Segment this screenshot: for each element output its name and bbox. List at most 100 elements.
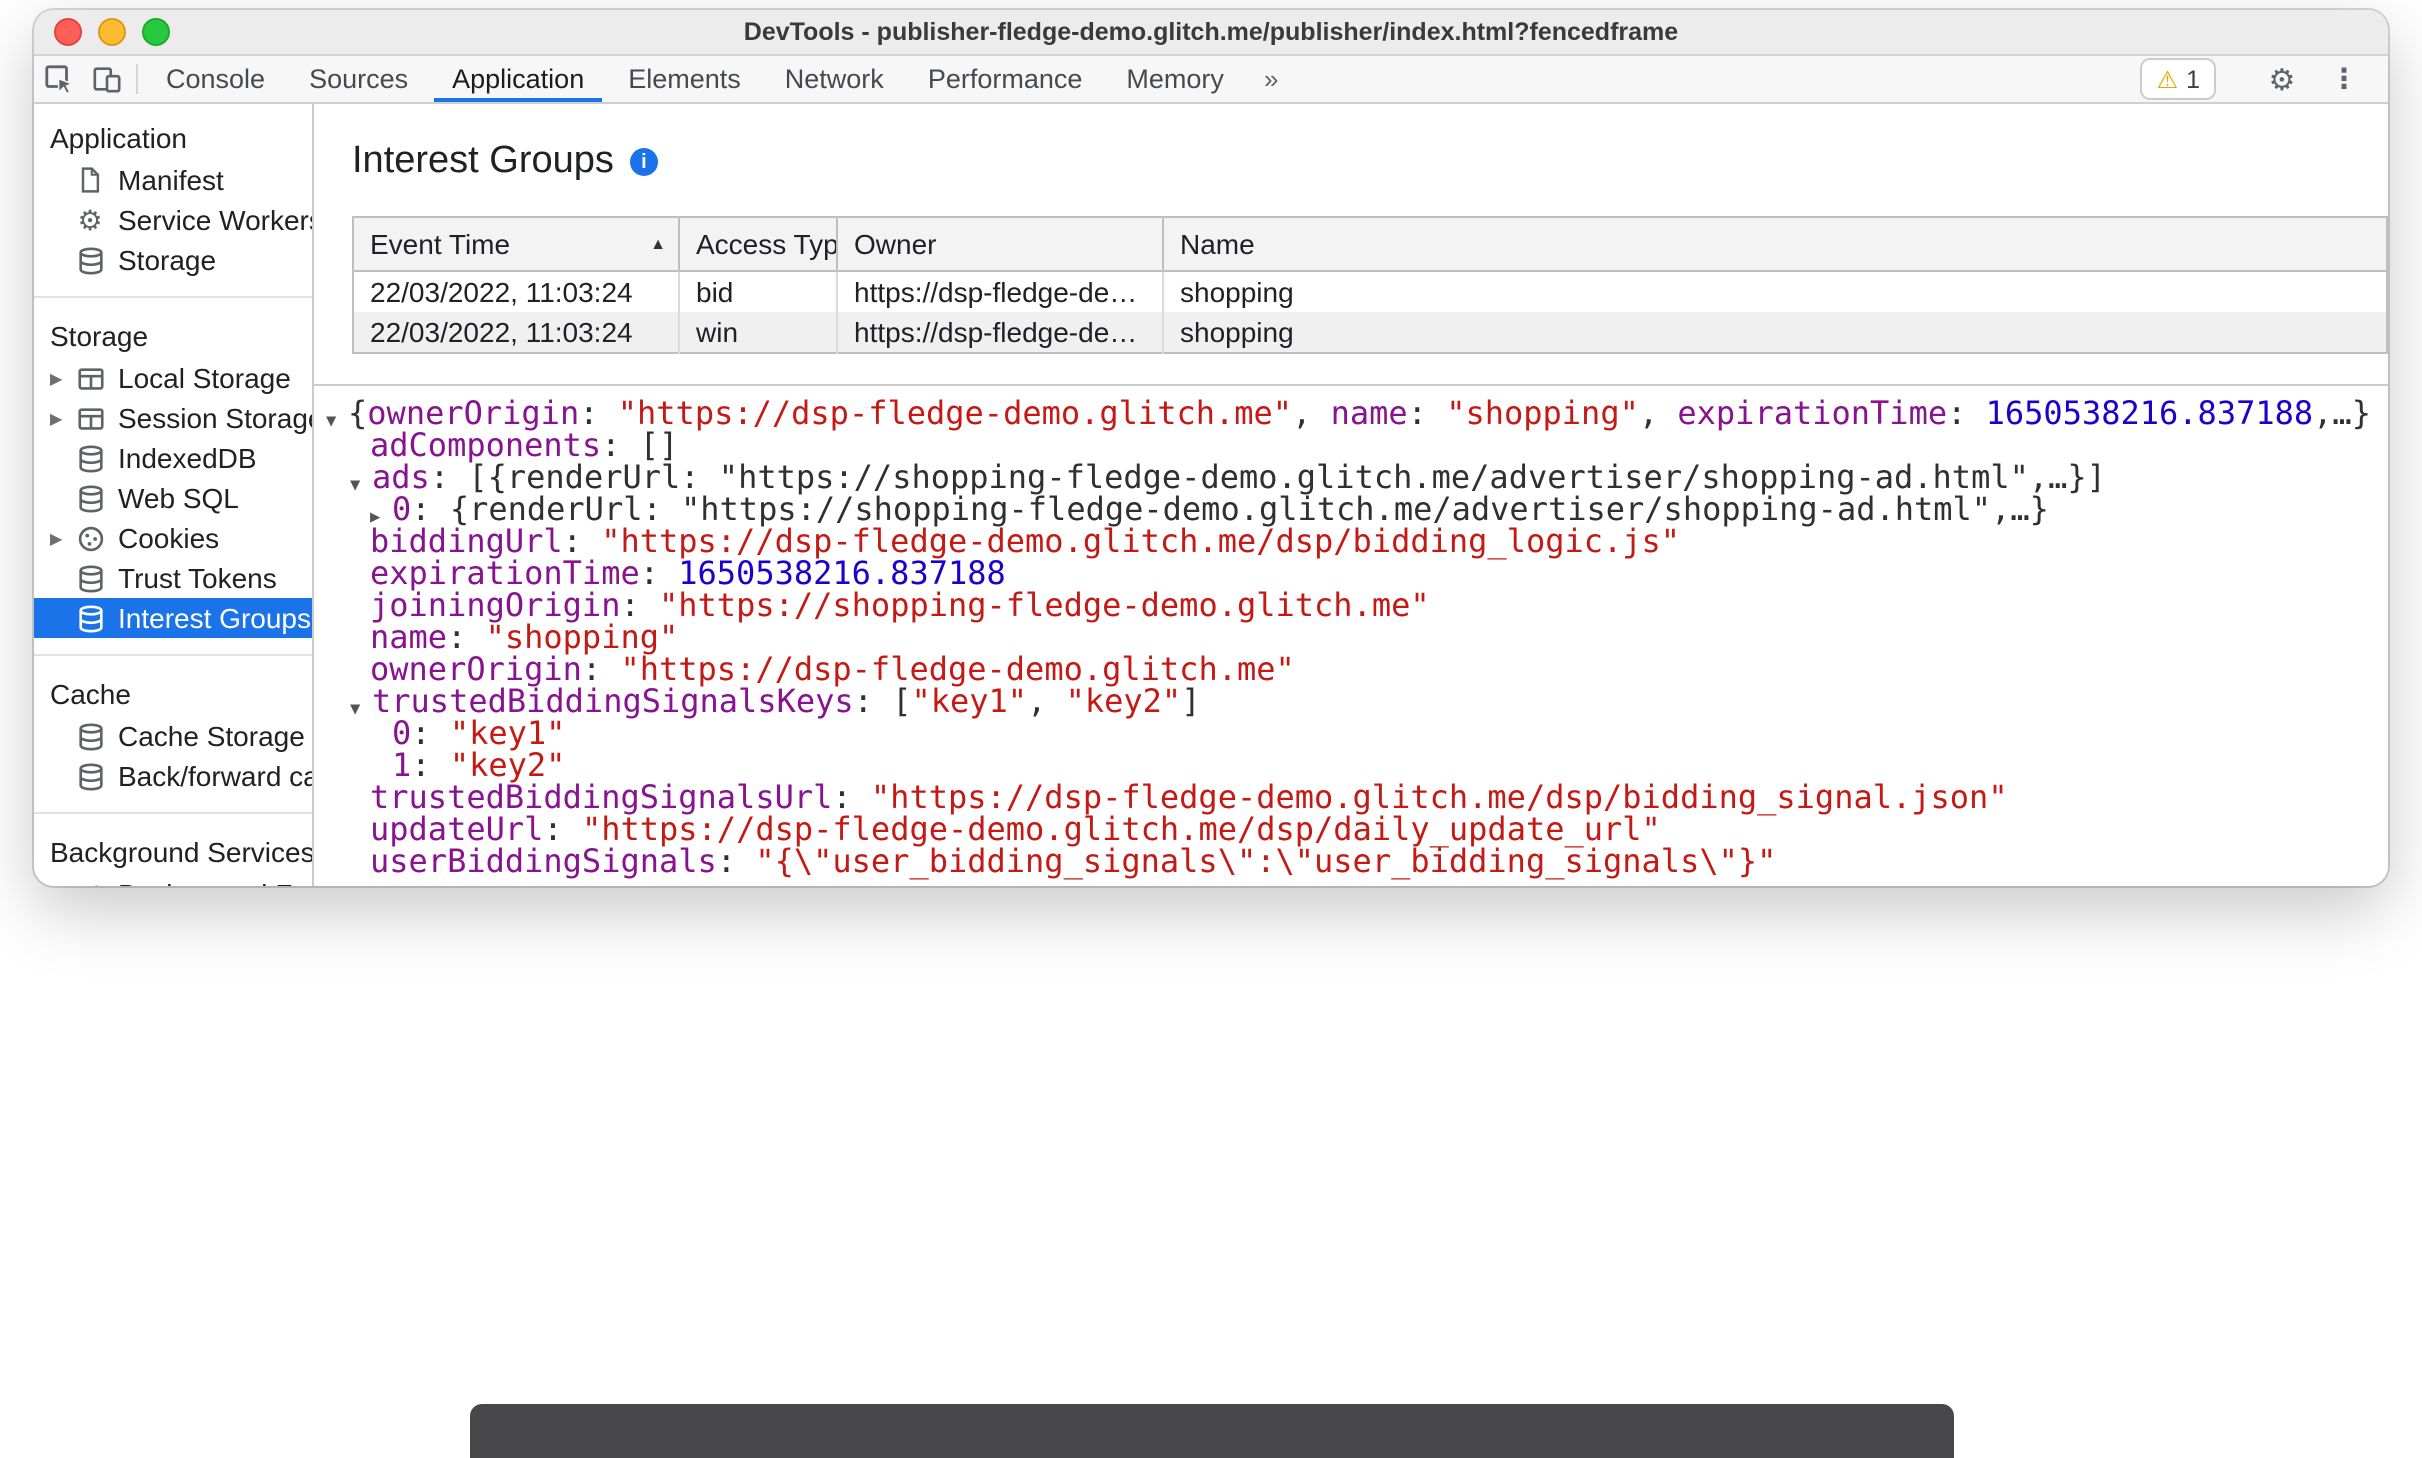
sidebar-item-session-storage[interactable]: ▶ Session Storage <box>34 398 312 438</box>
sidebar-item-web-sql[interactable]: Web SQL <box>34 478 312 518</box>
tree-text-segment: , <box>1638 394 1678 432</box>
sidebar-item-label: Web SQL <box>118 482 239 514</box>
tree-line[interactable]: ▼ trustedBiddingSignalsKeys: ["key1", "ke… <box>328 685 2388 719</box>
tab-application[interactable]: Application <box>430 56 606 102</box>
table-icon <box>74 402 106 434</box>
sidebar-item-trust-tokens[interactable]: Trust Tokens <box>34 558 312 598</box>
sidebar-item-label: Session Storage <box>118 402 312 434</box>
column-header-event-time[interactable]: Event Time ▲ <box>353 217 679 272</box>
table-cell: https://dsp-fledge-demo.glitch.me <box>836 271 1163 312</box>
sidebar-item-label: Cache Storage <box>118 720 305 752</box>
panel-tabs: Console Sources Application Elements Network… <box>144 56 1296 102</box>
tab-elements[interactable]: Elements <box>606 56 763 102</box>
background-window-bar <box>470 1404 1954 1458</box>
sidebar-item-label: Interest Groups <box>118 602 311 634</box>
devtools-window: DevTools - publisher-fledge-demo.glitch.… <box>34 10 2388 886</box>
database-icon <box>74 442 106 474</box>
tab-console[interactable]: Console <box>144 56 287 102</box>
sidebar-item-label: Service Workers <box>118 204 312 236</box>
database-icon <box>74 244 106 276</box>
tab-performance[interactable]: Performance <box>906 56 1105 102</box>
expander-icon[interactable]: ▶ <box>50 409 74 427</box>
window-title: DevTools - publisher-fledge-demo.glitch.… <box>743 18 1679 46</box>
sidebar-divider <box>34 812 312 814</box>
table-header-row: Event Time▲Access TypeOwnerName <box>353 217 2387 272</box>
sidebar-item-label: Background Fetch <box>118 878 312 886</box>
database-icon <box>74 720 106 752</box>
desktop: DevTools - publisher-fledge-demo.glitch.… <box>0 0 2422 1458</box>
sidebar-item-manifest[interactable]: Manifest <box>34 160 312 200</box>
toolbar-right: ⚠ 1 ⚙ ⋮ <box>2140 56 2388 102</box>
tree-text-segment: ,…} <box>2313 394 2371 432</box>
sidebar-section-cache: Cache <box>50 678 131 710</box>
tree-line[interactable]: 0: "key1" <box>328 717 2388 750</box>
info-icon[interactable]: i <box>629 148 658 176</box>
cookie-icon <box>74 522 106 554</box>
updown-icon <box>74 878 106 886</box>
database-icon <box>74 760 106 792</box>
sidebar-item-cache-storage[interactable]: Cache Storage <box>34 716 312 756</box>
database-icon <box>74 602 106 634</box>
table-cell: https://dsp-fledge-demo.glitch.me <box>836 312 1163 353</box>
sidebar-item-service-workers[interactable]: ⚙ Service Workers <box>34 200 312 240</box>
devtools-toolbar: Console Sources Application Elements Network… <box>34 56 2388 104</box>
sidebar-item-label: Local Storage <box>118 362 291 394</box>
sidebar-item-interest-groups[interactable]: Interest Groups <box>34 598 312 638</box>
application-sidebar: Application Manifest ⚙ Service Workers Stora… <box>34 104 314 886</box>
expander-icon[interactable]: ▶ <box>50 529 74 547</box>
gear-icon: ⚙ <box>77 204 103 236</box>
tree-text-segment: 1650538216.837188 <box>1985 394 2314 432</box>
sidebar-item-label: Manifest <box>118 164 224 196</box>
table-cell: 22/03/2022, 11:03:24 <box>370 276 633 308</box>
sidebar-section-storage: Storage <box>50 320 149 352</box>
zoom-window-button[interactable] <box>142 18 170 46</box>
tree-text-segment: name <box>1330 394 1408 432</box>
tree-text-segment: "key2" <box>1065 682 1182 720</box>
tab-memory[interactable]: Memory <box>1104 56 1246 102</box>
sidebar-divider <box>34 296 312 298</box>
column-header-access-type[interactable]: Access Type <box>678 217 837 272</box>
tree-text-segment: userBiddingSignals <box>370 842 717 880</box>
settings-gear-icon[interactable]: ⚙ <box>2258 61 2306 97</box>
main-panel: Interest Groups i Event Time▲Access Type… <box>314 104 2388 886</box>
devtools-content: Application Manifest ⚙ Service Workers Stora… <box>34 104 2388 886</box>
column-header-name[interactable]: Name <box>1162 217 2387 272</box>
page-title: Interest Groups <box>352 140 614 182</box>
issues-badge[interactable]: ⚠ 1 <box>2140 58 2216 100</box>
toolbar-divider <box>136 64 138 94</box>
tree-text-segment: "https://dsp-fledge-demo.glitch.me" <box>617 394 1293 432</box>
sidebar-item-cookies[interactable]: ▶ Cookies <box>34 518 312 558</box>
tree-line[interactable]: userBiddingSignals: "{\"user_bidding_sig… <box>328 845 2388 878</box>
table-cell: 22/03/2022, 11:03:24 <box>353 312 679 353</box>
issues-count: 1 <box>2186 65 2200 93</box>
expander-icon[interactable]: ▶ <box>50 369 74 387</box>
more-tabs-button[interactable]: » <box>1246 56 1296 102</box>
interest-group-details-tree: ▼ {ownerOrigin: "https://dsp-fledge-demo.… <box>314 386 2388 878</box>
sidebar-item-back-forward-cache[interactable]: Back/forward cache <box>34 756 312 796</box>
close-window-button[interactable] <box>54 18 82 46</box>
inspect-element-icon[interactable] <box>34 56 82 102</box>
tree-text-segment: "shopping" <box>1446 394 1639 432</box>
sort-arrow-icon: ▲ <box>650 235 666 253</box>
tab-sources[interactable]: Sources <box>287 56 430 102</box>
device-toolbar-icon[interactable] <box>82 56 130 102</box>
minimize-window-button[interactable] <box>98 18 126 46</box>
database-icon <box>74 562 106 594</box>
sidebar-item-local-storage[interactable]: ▶ Local Storage <box>34 358 312 398</box>
sidebar-item-label: Storage <box>118 244 217 276</box>
tab-network[interactable]: Network <box>763 56 906 102</box>
column-header-owner[interactable]: Owner <box>836 217 1163 272</box>
table-row[interactable]: 22/03/2022, 11:03:24 bid https://dsp-fledg… <box>353 271 2387 312</box>
tree-text-segment: , <box>1292 394 1331 432</box>
table-icon <box>74 362 106 394</box>
more-options-icon[interactable]: ⋮ <box>2320 62 2368 96</box>
table-row[interactable]: 22/03/2022, 11:03:24 win https://dsp-fledg… <box>353 312 2387 353</box>
tree-text-segment: ] <box>1181 682 1201 720</box>
sidebar-item-storage[interactable]: Storage <box>34 240 312 280</box>
sidebar-item-label: IndexedDB <box>118 442 257 474</box>
tree-text-segment: "{\"user_bidding_signals\":\"user_biddin… <box>755 842 1777 880</box>
sidebar-item-background-fetch[interactable]: Background Fetch <box>34 874 312 886</box>
sidebar-item-label: Trust Tokens <box>118 562 277 594</box>
title-row: Interest Groups i <box>352 140 2388 184</box>
sidebar-item-indexeddb[interactable]: IndexedDB <box>34 438 312 478</box>
